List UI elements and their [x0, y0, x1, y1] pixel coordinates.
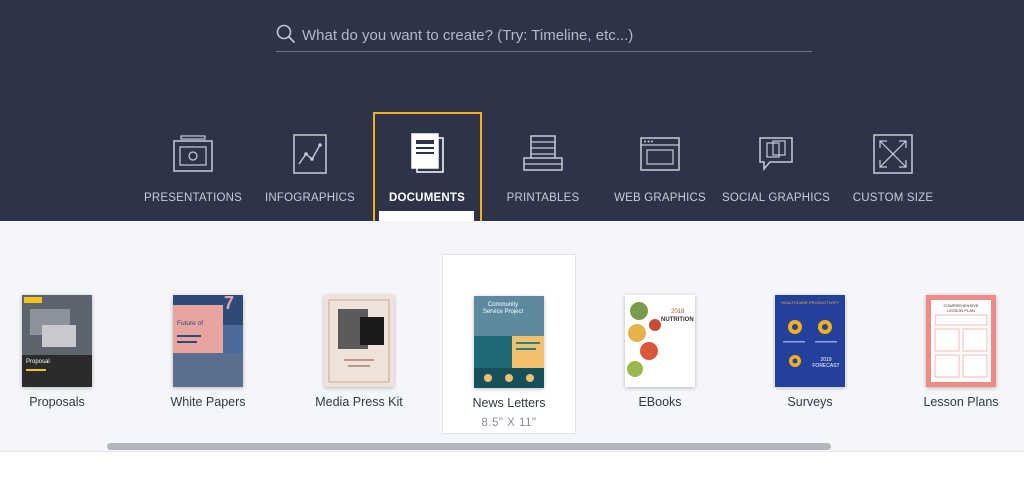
news-letter-thumbnail: Community Service Project — [474, 296, 544, 388]
tab-label: PRESENTATIONS — [143, 192, 243, 204]
template-label: Lesson Plans — [923, 395, 999, 409]
ebook-title: NUTRITION — [661, 317, 694, 323]
tab-label: SOCIAL GRAPHICS — [722, 192, 831, 204]
news-letter-title: Community Service Project — [482, 302, 524, 315]
survey-title: 2019 FORECAST — [812, 357, 840, 369]
ebook-thumbnail: 2018 NUTRITION — [625, 295, 695, 387]
social-graphic-icon — [759, 137, 793, 172]
active-tab-indicator — [379, 211, 474, 221]
divider — [0, 451, 1024, 452]
template-ebooks[interactable]: 2018 NUTRITION EBooks — [593, 254, 727, 434]
tab-label: CUSTOM SIZE — [852, 192, 934, 204]
search-bar — [276, 18, 812, 52]
template-media-press-kit[interactable]: Media Press Kit — [292, 254, 426, 434]
template-label: Proposals — [29, 395, 85, 409]
horizontal-scrollbar[interactable] — [107, 443, 831, 450]
template-label: EBooks — [638, 395, 682, 409]
search-input[interactable] — [302, 22, 802, 48]
template-label: Surveys — [787, 395, 833, 409]
tab-printables[interactable]: PRINTABLES — [493, 132, 593, 212]
template-size: 8.5" X 11" — [481, 417, 537, 429]
infographic-icon — [293, 134, 327, 174]
lesson-plan-header: COMPREHENSIVE LESSON PLAN — [943, 303, 979, 313]
tab-label: WEB GRAPHICS — [614, 192, 706, 204]
survey-thumbnail: HEALTHCARE PRODUCTIVITY 2019 FORECAST — [775, 295, 845, 387]
template-news-letters[interactable]: Community Service Project News Letters 8… — [442, 254, 576, 434]
template-lesson-plans[interactable]: COMPREHENSIVE LESSON PLAN Lesson Plans — [894, 254, 1024, 434]
tab-label: PRINTABLES — [506, 192, 580, 204]
tab-social-graphics[interactable]: SOCIAL GRAPHICS — [722, 132, 830, 212]
tab-label: DOCUMENTS — [389, 192, 465, 204]
printable-icon — [523, 135, 563, 171]
tab-web-graphics[interactable]: WEB GRAPHICS — [610, 132, 710, 212]
tab-documents[interactable]: DOCUMENTS — [376, 132, 478, 212]
custom-size-icon — [873, 134, 913, 174]
white-paper-number: 7 — [224, 295, 235, 313]
tab-label: INFOGRAPHICS — [265, 192, 355, 204]
search-icon[interactable] — [276, 24, 296, 44]
document-icon — [411, 133, 444, 173]
white-paper-title: Future of — [177, 320, 204, 327]
lesson-plan-thumbnail: COMPREHENSIVE LESSON PLAN — [926, 295, 996, 387]
survey-header: HEALTHCARE PRODUCTIVITY — [781, 300, 839, 305]
proposal-title: Proposal — [26, 359, 50, 365]
proposal-thumbnail: Proposal — [22, 295, 92, 387]
template-surveys[interactable]: HEALTHCARE PRODUCTIVITY 2019 FORECAST Su… — [743, 254, 877, 434]
presentation-icon — [173, 135, 213, 172]
media-press-kit-thumbnail — [324, 295, 394, 387]
white-paper-thumbnail: Future of 7 — [173, 295, 243, 387]
tab-presentations[interactable]: PRESENTATIONS — [143, 132, 243, 212]
template-proposals[interactable]: Proposal Proposals — [0, 254, 124, 434]
ebook-year: 2018 — [671, 309, 685, 315]
template-label: White Papers — [170, 395, 246, 409]
tab-infographics[interactable]: INFOGRAPHICS — [260, 132, 360, 212]
tab-custom-size[interactable]: CUSTOM SIZE — [843, 132, 943, 212]
template-label: Media Press Kit — [315, 395, 403, 409]
template-label: News Letters — [472, 396, 546, 410]
web-graphic-icon — [640, 137, 680, 171]
template-white-papers[interactable]: Future of 7 White Papers — [141, 254, 275, 434]
